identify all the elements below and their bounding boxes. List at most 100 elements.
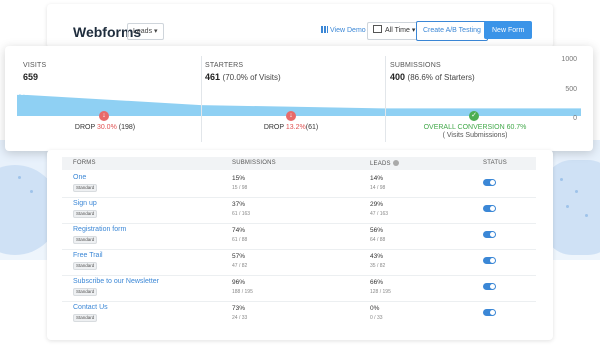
- table-row: One Standard 15% 15 / 98 14% 14 / 98: [62, 171, 536, 198]
- submissions-fraction: 15 / 98: [232, 185, 248, 191]
- status-toggle[interactable]: [483, 179, 496, 186]
- table-row: Sign up Standard 37% 61 / 163 29% 47 / 1…: [62, 197, 536, 224]
- forms-table: FORMS SUBMISSIONS LEADS STATUS One Stand…: [47, 150, 553, 340]
- status-toggle[interactable]: [483, 231, 496, 238]
- stage-detail: (86.6% of Starters): [407, 73, 475, 82]
- form-type-badge: Standard: [73, 262, 98, 270]
- stage-detail: (70.0% of Visits): [222, 73, 281, 82]
- form-name-link[interactable]: Free Trail: [73, 252, 103, 259]
- column-header-leads: LEADS: [370, 160, 399, 167]
- drop-arrow-icon: ↓: [286, 111, 296, 121]
- column-header-forms: FORMS: [73, 160, 96, 166]
- drop-indicator-2: DROP 13.2%(61): [241, 124, 341, 131]
- form-name-link[interactable]: Sign up: [73, 200, 97, 207]
- leads-pct: 56%: [370, 227, 384, 234]
- header-bar: Webforms Leads ▾ View Demo All Time ▾ Cr…: [47, 4, 553, 48]
- view-demo-label: View Demo: [330, 27, 366, 34]
- form-name-link[interactable]: Contact Us: [73, 304, 108, 311]
- funnel-panel: VISITS 659 STARTERS 461 (70.0% of Visits…: [5, 46, 593, 151]
- table-row: Registration form Standard 74% 61 / 88 5…: [62, 223, 536, 250]
- leads-fraction: 14 / 98: [370, 185, 386, 191]
- time-range-dropdown[interactable]: All Time ▾: [367, 22, 422, 40]
- form-name-link[interactable]: Registration form: [73, 226, 126, 233]
- submissions-pct: 15%: [232, 175, 246, 182]
- axis-label-mid: 500: [565, 86, 577, 93]
- table-row: Free Trail Standard 57% 47 / 82 43% 35 /…: [62, 249, 536, 276]
- info-icon[interactable]: [392, 160, 399, 166]
- new-form-button[interactable]: New Form: [484, 21, 533, 39]
- stage-count: 461: [205, 72, 221, 82]
- stage-value-starters: 461 (70.0% of Visits): [205, 72, 281, 82]
- submissions-fraction: 188 / 195: [232, 289, 253, 295]
- background-dot: [566, 205, 569, 208]
- form-type-badge: Standard: [73, 314, 98, 322]
- calendar-icon: [373, 25, 382, 33]
- leads-pct: 0%: [370, 305, 380, 312]
- drop-label: DROP: [263, 124, 284, 131]
- time-range-value: All Time: [385, 27, 410, 34]
- stage-divider: [201, 56, 202, 142]
- stage-label-visits: VISITS: [23, 62, 47, 69]
- stage-value-submissions: 400 (86.6% of Starters): [390, 72, 475, 82]
- axis-label-max: 1000: [561, 56, 577, 63]
- background-dot: [30, 190, 33, 193]
- background-dot: [560, 178, 563, 181]
- drop-count: (61): [305, 124, 319, 131]
- background-dot: [18, 176, 21, 179]
- status-toggle[interactable]: [483, 257, 496, 264]
- stage-label-starters: STARTERS: [205, 62, 244, 69]
- background-dot: [575, 190, 578, 193]
- table-row: Contact Us Standard 73% 24 / 33 0% 0 / 3…: [62, 301, 536, 327]
- submissions-pct: 73%: [232, 305, 246, 312]
- submissions-fraction: 61 / 88: [232, 237, 248, 243]
- form-type-badge: Standard: [73, 184, 98, 192]
- leads-dropdown[interactable]: Leads ▾: [127, 23, 164, 40]
- leads-dropdown-value: Leads: [133, 28, 153, 35]
- leads-pct: 66%: [370, 279, 384, 286]
- column-header-submissions: SUBMISSIONS: [232, 160, 276, 166]
- form-type-badge: Standard: [73, 288, 98, 296]
- chevron-down-icon: ▾: [409, 27, 416, 34]
- create-ab-testing-button[interactable]: Create A/B Testing: [416, 21, 488, 41]
- stage-divider: [385, 56, 386, 142]
- stage-count: 400: [390, 72, 406, 82]
- form-type-badge: Standard: [73, 236, 98, 244]
- background-dot: [585, 214, 588, 217]
- bar-chart-icon: [321, 26, 328, 33]
- check-icon: ✓: [469, 111, 479, 121]
- leads-pct: 14%: [370, 175, 384, 182]
- submissions-fraction: 24 / 33: [232, 315, 248, 321]
- form-type-badge: Standard: [73, 210, 98, 218]
- stage-label-submissions: SUBMISSIONS: [390, 62, 441, 69]
- drop-label: DROP: [74, 124, 95, 131]
- submissions-fraction: 47 / 82: [232, 263, 248, 269]
- overall-conversion: OVERALL CONVERSION 60.7%: [423, 124, 527, 131]
- drop-pct: 30.0%: [96, 124, 117, 131]
- table-header: FORMS SUBMISSIONS LEADS STATUS: [62, 157, 536, 170]
- leads-pct: 29%: [370, 201, 384, 208]
- leads-fraction: 128 / 195: [370, 289, 391, 295]
- status-toggle[interactable]: [483, 309, 496, 316]
- submissions-fraction: 61 / 163: [232, 211, 251, 217]
- drop-indicator-1: DROP 30.0% (198): [55, 124, 155, 131]
- table-row: Subscribe to our Newsletter Standard 96%…: [62, 275, 536, 302]
- drop-count: (198): [118, 124, 136, 131]
- status-toggle[interactable]: [483, 283, 496, 290]
- submissions-pct: 96%: [232, 279, 246, 286]
- chevron-down-icon: ▾: [154, 28, 158, 35]
- form-name-link[interactable]: Subscribe to our Newsletter: [73, 278, 159, 285]
- overall-conversion-sub: ( Visits Submissions): [442, 132, 508, 139]
- drop-arrow-icon: ↓: [99, 111, 109, 121]
- submissions-pct: 57%: [232, 253, 246, 260]
- view-demo-link[interactable]: View Demo: [321, 26, 366, 34]
- leads-fraction: 0 / 33: [370, 315, 383, 321]
- leads-fraction: 47 / 163: [370, 211, 389, 217]
- status-toggle[interactable]: [483, 205, 496, 212]
- stage-value-visits: 659: [23, 72, 38, 82]
- leads-fraction: 35 / 82: [370, 263, 386, 269]
- leads-pct: 43%: [370, 253, 384, 260]
- form-name-link[interactable]: One: [73, 174, 86, 181]
- stage-count: 659: [23, 72, 39, 82]
- column-header-leads-label: LEADS: [370, 161, 391, 167]
- axis-label-min: 0: [573, 115, 577, 122]
